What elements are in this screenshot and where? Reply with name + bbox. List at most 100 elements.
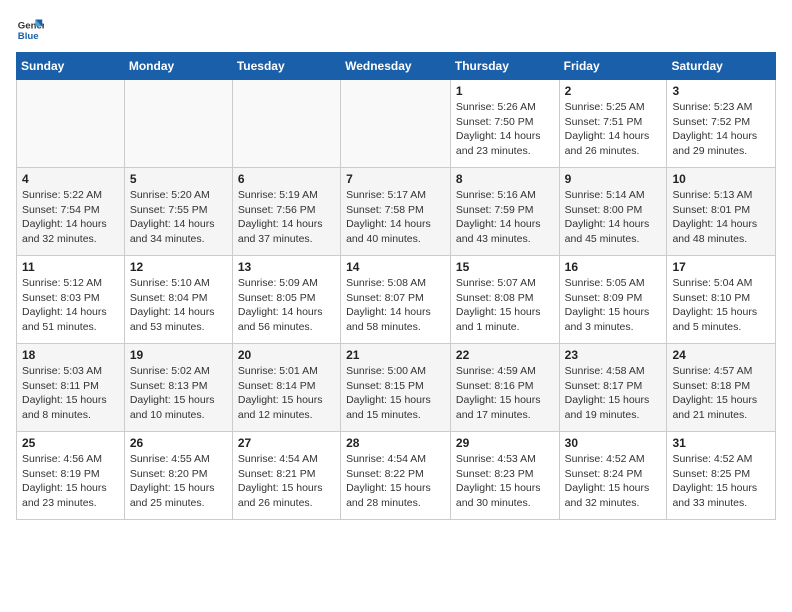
day-number: 15 <box>456 260 554 274</box>
day-number: 2 <box>565 84 662 98</box>
svg-text:Blue: Blue <box>18 31 39 42</box>
calendar-day-cell: 22 Sunrise: 4:59 AM Sunset: 8:16 PM Dayli… <box>450 344 559 432</box>
calendar-day-cell <box>124 80 232 168</box>
calendar-day-cell: 1 Sunrise: 5:26 AM Sunset: 7:50 PM Daylig… <box>450 80 559 168</box>
day-number: 29 <box>456 436 554 450</box>
day-info: Sunrise: 5:25 AM Sunset: 7:51 PM Dayligh… <box>565 100 662 159</box>
day-info: Sunrise: 5:02 AM Sunset: 8:13 PM Dayligh… <box>130 364 227 423</box>
day-info: Sunrise: 4:54 AM Sunset: 8:22 PM Dayligh… <box>346 452 445 511</box>
day-info: Sunrise: 5:17 AM Sunset: 7:58 PM Dayligh… <box>346 188 445 247</box>
day-number: 31 <box>672 436 770 450</box>
day-info: Sunrise: 5:04 AM Sunset: 8:10 PM Dayligh… <box>672 276 770 335</box>
calendar-day-cell <box>341 80 451 168</box>
calendar-day-cell: 18 Sunrise: 5:03 AM Sunset: 8:11 PM Dayli… <box>17 344 125 432</box>
day-number: 19 <box>130 348 227 362</box>
calendar-day-cell: 30Sunrise: 4:52 AM Sunset: 8:24 PM Dayli… <box>559 432 667 520</box>
day-info: Sunrise: 4:54 AM Sunset: 8:21 PM Dayligh… <box>238 452 335 511</box>
day-number: 16 <box>565 260 662 274</box>
day-number: 12 <box>130 260 227 274</box>
calendar-day-cell <box>232 80 340 168</box>
day-info: Sunrise: 5:12 AM Sunset: 8:03 PM Dayligh… <box>22 276 119 335</box>
calendar-table: SundayMondayTuesdayWednesdayThursdayFrid… <box>16 52 776 520</box>
day-info: Sunrise: 4:57 AM Sunset: 8:18 PM Dayligh… <box>672 364 770 423</box>
day-number: 3 <box>672 84 770 98</box>
day-info: Sunrise: 4:53 AM Sunset: 8:23 PM Dayligh… <box>456 452 554 511</box>
day-number: 1 <box>456 84 554 98</box>
day-info: Sunrise: 5:05 AM Sunset: 8:09 PM Dayligh… <box>565 276 662 335</box>
day-info: Sunrise: 5:19 AM Sunset: 7:56 PM Dayligh… <box>238 188 335 247</box>
calendar-day-cell: 16 Sunrise: 5:05 AM Sunset: 8:09 PM Dayli… <box>559 256 667 344</box>
day-info: Sunrise: 5:09 AM Sunset: 8:05 PM Dayligh… <box>238 276 335 335</box>
day-number: 8 <box>456 172 554 186</box>
day-number: 18 <box>22 348 119 362</box>
calendar-day-cell: 11Sunrise: 5:12 AM Sunset: 8:03 PM Dayli… <box>17 256 125 344</box>
day-number: 28 <box>346 436 445 450</box>
day-number: 13 <box>238 260 335 274</box>
calendar-week-row: 25Sunrise: 4:56 AM Sunset: 8:19 PM Dayli… <box>17 432 776 520</box>
calendar-day-cell: 5Sunrise: 5:20 AM Sunset: 7:55 PM Daylig… <box>124 168 232 256</box>
calendar-day-cell: 23Sunrise: 4:58 AM Sunset: 8:17 PM Dayli… <box>559 344 667 432</box>
day-info: Sunrise: 5:16 AM Sunset: 7:59 PM Dayligh… <box>456 188 554 247</box>
calendar-day-cell: 7 Sunrise: 5:17 AM Sunset: 7:58 PM Daylig… <box>341 168 451 256</box>
weekday-header: Saturday <box>667 53 776 80</box>
calendar-day-cell: 29 Sunrise: 4:53 AM Sunset: 8:23 PM Dayli… <box>450 432 559 520</box>
calendar-day-cell: 31 Sunrise: 4:52 AM Sunset: 8:25 PM Dayli… <box>667 432 776 520</box>
calendar-day-cell: 6 Sunrise: 5:19 AM Sunset: 7:56 PM Daylig… <box>232 168 340 256</box>
weekday-header: Wednesday <box>341 53 451 80</box>
calendar-day-cell: 28 Sunrise: 4:54 AM Sunset: 8:22 PM Dayli… <box>341 432 451 520</box>
logo: General Blue <box>16 16 44 44</box>
calendar-day-cell <box>17 80 125 168</box>
day-info: Sunrise: 5:13 AM Sunset: 8:01 PM Dayligh… <box>672 188 770 247</box>
day-info: Sunrise: 5:00 AM Sunset: 8:15 PM Dayligh… <box>346 364 445 423</box>
calendar-day-cell: 24 Sunrise: 4:57 AM Sunset: 8:18 PM Dayli… <box>667 344 776 432</box>
calendar-day-cell: 13 Sunrise: 5:09 AM Sunset: 8:05 PM Dayli… <box>232 256 340 344</box>
day-info: Sunrise: 5:08 AM Sunset: 8:07 PM Dayligh… <box>346 276 445 335</box>
day-info: Sunrise: 5:14 AM Sunset: 8:00 PM Dayligh… <box>565 188 662 247</box>
day-info: Sunrise: 5:26 AM Sunset: 7:50 PM Dayligh… <box>456 100 554 159</box>
calendar-day-cell: 21Sunrise: 5:00 AM Sunset: 8:15 PM Dayli… <box>341 344 451 432</box>
day-info: Sunrise: 5:10 AM Sunset: 8:04 PM Dayligh… <box>130 276 227 335</box>
calendar-week-row: 11Sunrise: 5:12 AM Sunset: 8:03 PM Dayli… <box>17 256 776 344</box>
calendar-day-cell: 3 Sunrise: 5:23 AM Sunset: 7:52 PM Daylig… <box>667 80 776 168</box>
weekday-header: Friday <box>559 53 667 80</box>
day-number: 22 <box>456 348 554 362</box>
day-number: 7 <box>346 172 445 186</box>
calendar-day-cell: 10 Sunrise: 5:13 AM Sunset: 8:01 PM Dayli… <box>667 168 776 256</box>
day-info: Sunrise: 5:03 AM Sunset: 8:11 PM Dayligh… <box>22 364 119 423</box>
day-info: Sunrise: 4:52 AM Sunset: 8:24 PM Dayligh… <box>565 452 662 511</box>
calendar-week-row: 1 Sunrise: 5:26 AM Sunset: 7:50 PM Daylig… <box>17 80 776 168</box>
day-info: Sunrise: 4:52 AM Sunset: 8:25 PM Dayligh… <box>672 452 770 511</box>
day-number: 14 <box>346 260 445 274</box>
calendar-day-cell: 14 Sunrise: 5:08 AM Sunset: 8:07 PM Dayli… <box>341 256 451 344</box>
weekday-header: Tuesday <box>232 53 340 80</box>
day-info: Sunrise: 4:56 AM Sunset: 8:19 PM Dayligh… <box>22 452 119 511</box>
day-number: 23 <box>565 348 662 362</box>
day-number: 20 <box>238 348 335 362</box>
day-number: 10 <box>672 172 770 186</box>
day-number: 9 <box>565 172 662 186</box>
day-info: Sunrise: 5:23 AM Sunset: 7:52 PM Dayligh… <box>672 100 770 159</box>
calendar-day-cell: 27Sunrise: 4:54 AM Sunset: 8:21 PM Dayli… <box>232 432 340 520</box>
calendar-day-cell: 20 Sunrise: 5:01 AM Sunset: 8:14 PM Dayli… <box>232 344 340 432</box>
weekday-header: Sunday <box>17 53 125 80</box>
day-info: Sunrise: 5:07 AM Sunset: 8:08 PM Dayligh… <box>456 276 554 335</box>
calendar-week-row: 18 Sunrise: 5:03 AM Sunset: 8:11 PM Dayli… <box>17 344 776 432</box>
calendar-day-cell: 17Sunrise: 5:04 AM Sunset: 8:10 PM Dayli… <box>667 256 776 344</box>
day-number: 24 <box>672 348 770 362</box>
day-number: 4 <box>22 172 119 186</box>
calendar-day-cell: 4Sunrise: 5:22 AM Sunset: 7:54 PM Daylig… <box>17 168 125 256</box>
page-header: General Blue <box>16 16 776 44</box>
calendar-day-cell: 19 Sunrise: 5:02 AM Sunset: 8:13 PM Dayli… <box>124 344 232 432</box>
day-info: Sunrise: 5:01 AM Sunset: 8:14 PM Dayligh… <box>238 364 335 423</box>
calendar-day-cell: 15 Sunrise: 5:07 AM Sunset: 8:08 PM Dayli… <box>450 256 559 344</box>
calendar-day-cell: 25Sunrise: 4:56 AM Sunset: 8:19 PM Dayli… <box>17 432 125 520</box>
calendar-day-cell: 12 Sunrise: 5:10 AM Sunset: 8:04 PM Dayli… <box>124 256 232 344</box>
day-number: 6 <box>238 172 335 186</box>
calendar-day-cell: 8 Sunrise: 5:16 AM Sunset: 7:59 PM Daylig… <box>450 168 559 256</box>
day-info: Sunrise: 5:20 AM Sunset: 7:55 PM Dayligh… <box>130 188 227 247</box>
calendar-header: SundayMondayTuesdayWednesdayThursdayFrid… <box>17 53 776 80</box>
calendar-day-cell: 26Sunrise: 4:55 AM Sunset: 8:20 PM Dayli… <box>124 432 232 520</box>
day-number: 26 <box>130 436 227 450</box>
day-info: Sunrise: 4:59 AM Sunset: 8:16 PM Dayligh… <box>456 364 554 423</box>
calendar-day-cell: 9 Sunrise: 5:14 AM Sunset: 8:00 PM Daylig… <box>559 168 667 256</box>
